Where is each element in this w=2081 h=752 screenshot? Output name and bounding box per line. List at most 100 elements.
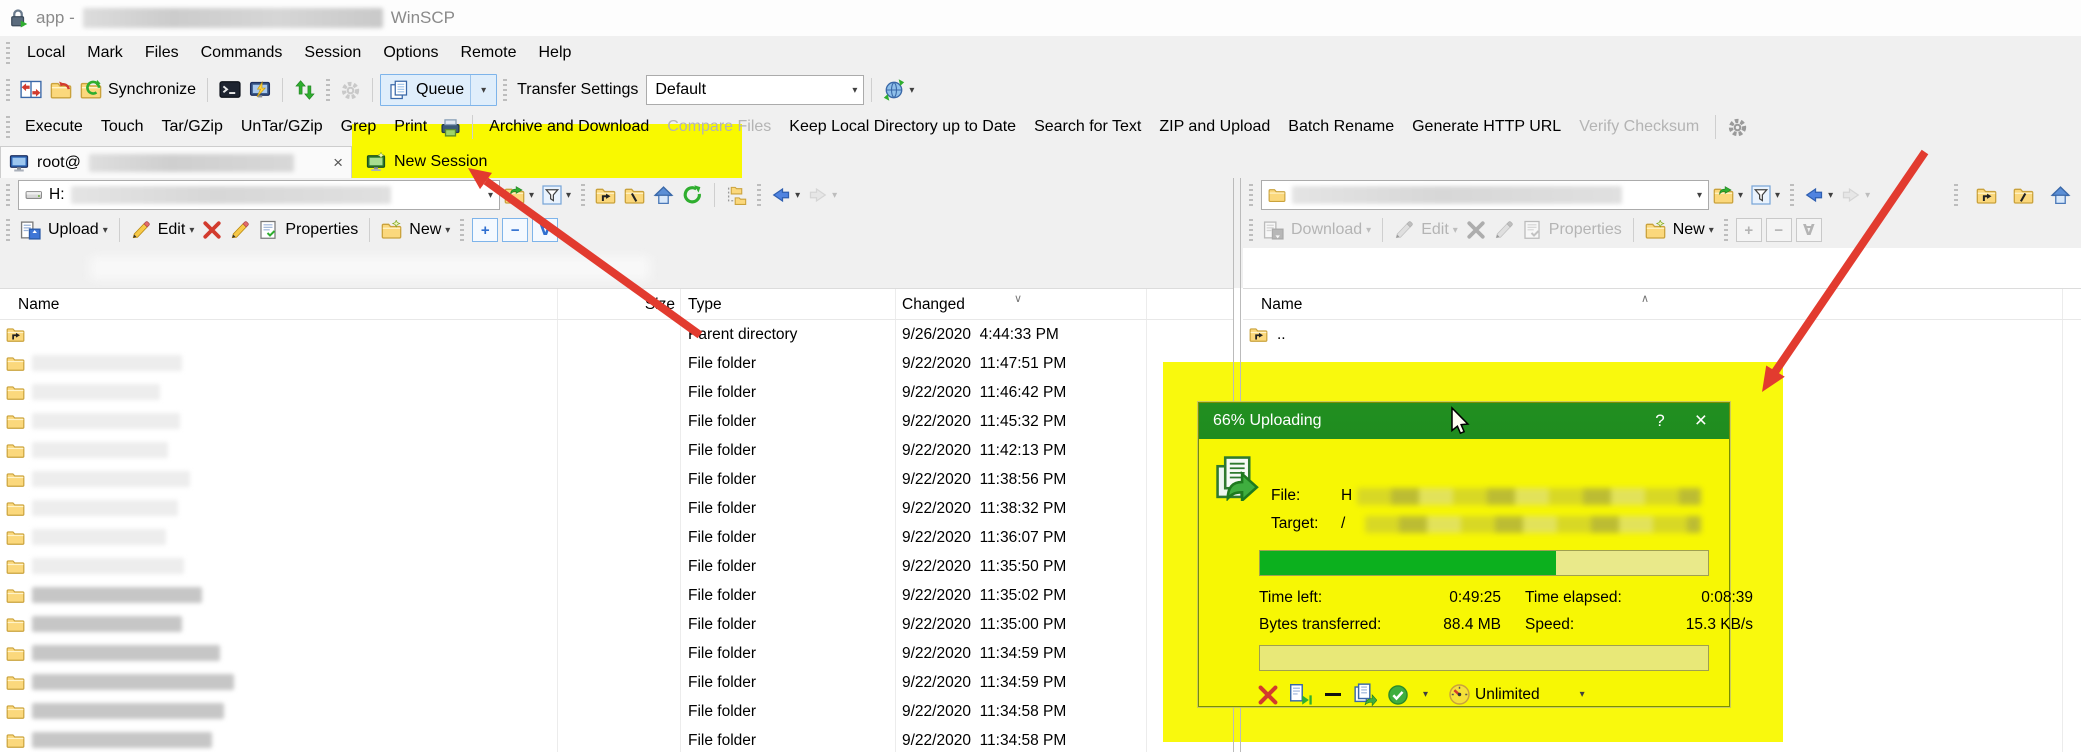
menu-item[interactable]: Commands	[190, 44, 294, 62]
edit-button[interactable]: Edit▾	[1390, 220, 1462, 240]
command-item[interactable]: Archive and Download	[480, 118, 658, 136]
root-directory-button[interactable]	[2009, 185, 2038, 206]
cancel-transfer-icon[interactable]	[1257, 684, 1279, 706]
toolbar-grip[interactable]	[581, 184, 585, 206]
forward-button[interactable]: ▾	[804, 185, 841, 205]
command-item[interactable]: Batch Rename	[1279, 118, 1403, 136]
unattended-dropdown-icon[interactable]: ▾	[1423, 689, 1428, 700]
unselect-files-button[interactable]: −	[502, 218, 528, 242]
table-row[interactable]: File folder 9/22/2020 11:38:56 PM	[0, 465, 1233, 494]
menu-item[interactable]: Files	[134, 44, 190, 62]
table-row[interactable]: File folder 9/22/2020 11:46:42 PM	[0, 378, 1233, 407]
open-directory-button[interactable]: ▾	[1709, 185, 1747, 206]
column-header-type[interactable]: Type	[688, 296, 722, 314]
parent-directory-button[interactable]	[1972, 185, 2001, 206]
toolbar-grip[interactable]	[6, 184, 10, 206]
command-item[interactable]: Execute	[16, 118, 92, 136]
home-directory-button[interactable]	[649, 185, 678, 206]
table-row[interactable]: File folder 9/22/2020 11:34:59 PM	[0, 639, 1233, 668]
command-item[interactable]: Print	[385, 118, 436, 136]
command-item[interactable]: Search for Text	[1025, 118, 1150, 136]
print-icon[interactable]	[436, 117, 465, 138]
toolbar-grip[interactable]	[6, 219, 10, 241]
command-item[interactable]: Touch	[92, 118, 153, 136]
table-row-parent[interactable]: Parent directory 9/26/2020 4:44:33 PM	[0, 320, 1233, 349]
download-button[interactable]: Download▾	[1259, 220, 1375, 241]
transfer-settings-select[interactable]: Default▾	[646, 75, 864, 105]
command-item[interactable]: Tar/GZip	[153, 118, 232, 136]
queue-dropdown[interactable]: ▾	[470, 75, 492, 105]
unattended-ok-icon[interactable]	[1387, 684, 1409, 706]
toolbar-grip[interactable]	[6, 42, 10, 64]
select-files-button[interactable]: +	[1736, 218, 1762, 242]
toolbar-grip[interactable]	[503, 79, 507, 101]
forward-button[interactable]: ▾	[1837, 185, 1874, 205]
command-item[interactable]: ZIP and Upload	[1150, 118, 1279, 136]
command-item[interactable]: Grep	[332, 118, 386, 136]
menu-item[interactable]: Help	[528, 44, 583, 62]
menu-item[interactable]: Remote	[449, 44, 527, 62]
table-row[interactable]: File folder 9/22/2020 11:34:58 PM	[0, 726, 1233, 752]
select-files-button[interactable]: +	[472, 218, 498, 242]
new-session-tab[interactable]: New Session	[352, 146, 501, 178]
toolbar-grip[interactable]	[6, 116, 10, 138]
rename-button[interactable]	[1490, 220, 1518, 240]
synchronize-button[interactable]: Synchronize	[76, 79, 200, 101]
speed-limit-dropdown-icon[interactable]: ▾	[1580, 689, 1585, 700]
properties-button[interactable]: Properties	[254, 220, 362, 240]
filter-button[interactable]: ▾	[1747, 185, 1784, 205]
home-directory-button[interactable]	[2046, 185, 2075, 206]
table-row[interactable]: File folder 9/22/2020 11:36:07 PM	[0, 523, 1233, 552]
open-putty-button[interactable]	[245, 79, 275, 101]
toolbar-grip[interactable]	[6, 79, 10, 101]
refresh-button[interactable]	[678, 185, 707, 206]
dialog-help-button[interactable]: ?	[1633, 411, 1686, 431]
table-row[interactable]: File folder 9/22/2020 11:45:32 PM	[0, 407, 1233, 436]
delete-button[interactable]	[1462, 220, 1490, 240]
properties-button[interactable]: Properties	[1518, 220, 1626, 240]
close-tab-icon[interactable]: ×	[333, 153, 343, 173]
toolbar-grip[interactable]	[1249, 184, 1253, 206]
table-row-parent[interactable]: ..	[1243, 320, 2081, 349]
column-header-name[interactable]: Name	[18, 296, 59, 314]
command-item[interactable]: Compare Files	[658, 118, 780, 136]
menu-item[interactable]: Mark	[76, 44, 134, 62]
column-header-size[interactable]: Size	[557, 296, 675, 314]
dialog-close-button[interactable]: ×	[1687, 409, 1715, 433]
directory-tree-button[interactable]	[722, 185, 751, 206]
table-row[interactable]: File folder 9/22/2020 11:42:13 PM	[0, 436, 1233, 465]
command-item[interactable]: Generate HTTP URL	[1403, 118, 1570, 136]
root-directory-button[interactable]	[620, 185, 649, 206]
menu-item[interactable]: Local	[16, 44, 76, 62]
toolbar-grip[interactable]	[1790, 184, 1794, 206]
customize-commands-gear-button[interactable]	[1723, 117, 1752, 138]
table-row[interactable]: File folder 9/22/2020 11:35:50 PM	[0, 552, 1233, 581]
open-directory-button[interactable]: ▾	[500, 185, 538, 206]
menu-item[interactable]: Session	[293, 44, 372, 62]
new-button[interactable]: New▾	[377, 220, 454, 241]
back-button[interactable]: ▾	[767, 185, 804, 205]
table-row[interactable]: File folder 9/22/2020 11:38:32 PM	[0, 494, 1233, 523]
move-to-background-icon[interactable]	[1354, 683, 1377, 706]
command-item[interactable]: Verify Checksum	[1570, 118, 1708, 136]
session-globe-button[interactable]: ▾	[879, 79, 918, 101]
skip-file-icon[interactable]	[1289, 683, 1312, 706]
dialog-title-bar[interactable]: 66% Uploading ? ×	[1199, 403, 1729, 439]
table-row[interactable]: File folder 9/22/2020 11:35:02 PM	[0, 581, 1233, 610]
toolbar-grip[interactable]	[1249, 219, 1253, 241]
column-divider[interactable]	[2062, 289, 2063, 752]
queue-toggle-button[interactable]: Queue ▾	[380, 74, 497, 106]
toolbar-grip[interactable]	[1724, 219, 1728, 241]
menu-item[interactable]: Options	[372, 44, 449, 62]
parent-directory-button[interactable]	[591, 185, 620, 206]
local-drive-select[interactable]: H: ▾	[18, 180, 500, 210]
back-button[interactable]: ▾	[1800, 185, 1837, 205]
sync-browsing-button[interactable]	[16, 79, 46, 101]
unselect-files-button[interactable]: −	[1766, 218, 1792, 242]
rename-button[interactable]	[226, 220, 254, 240]
toolbar-grip[interactable]	[757, 184, 761, 206]
new-button[interactable]: New▾	[1641, 220, 1718, 241]
invert-selection-button[interactable]: ∀	[532, 218, 558, 242]
remote-path-select[interactable]: ▾	[1261, 180, 1709, 210]
commander-sync-button[interactable]	[46, 79, 76, 101]
